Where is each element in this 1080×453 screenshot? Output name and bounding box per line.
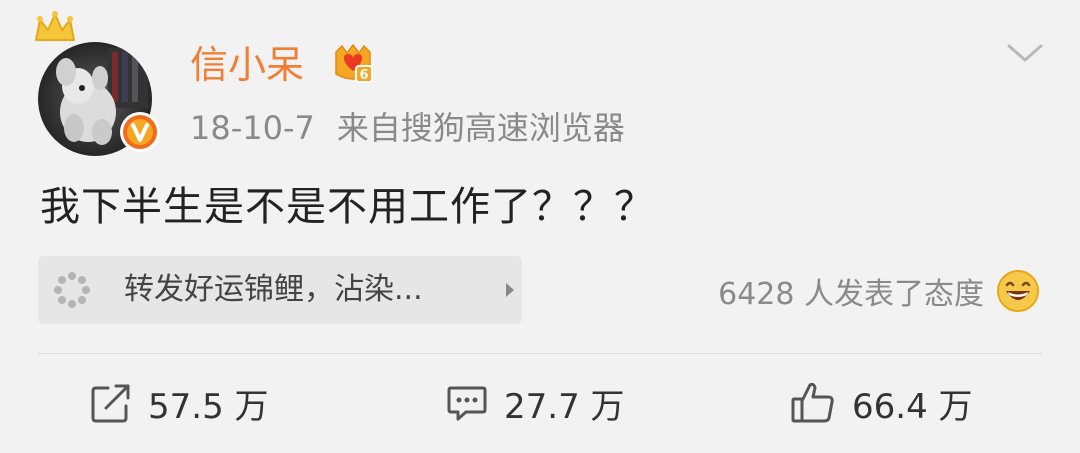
like-count: 66.4 万 (852, 386, 973, 427)
comment-count: 27.7 万 (504, 386, 625, 427)
repost-card-text: 转发好运锦鲤，沾染... (124, 272, 423, 307)
share-icon (91, 384, 130, 423)
repost-card[interactable]: 转发好运锦鲤，沾染... (38, 256, 522, 324)
post-text: 我下半生是不是不用工作了？？？ (40, 184, 655, 230)
repost-count: 57.5 万 (148, 386, 269, 427)
laughing-emoji-icon (997, 270, 1039, 312)
flower-icon (54, 272, 90, 308)
member-level-icon[interactable]: 6 (330, 44, 376, 84)
chevron-down-icon[interactable] (1005, 40, 1045, 66)
verified-icon (120, 112, 160, 152)
post-source: 来自搜狗高速浏览器 (336, 109, 625, 147)
post-date: 18-10-7 (190, 109, 315, 147)
divider (38, 353, 1042, 354)
reactions-summary[interactable]: 6428 人发表了态度 (718, 266, 1040, 316)
comment-button[interactable]: 27.7 万 (446, 378, 625, 428)
thumbs-up-icon (791, 382, 834, 423)
post-meta: 18-10-7 来自搜狗高速浏览器 (190, 106, 625, 150)
username[interactable]: 信小呆 (190, 40, 304, 90)
repost-button[interactable]: 57.5 万 (90, 378, 269, 428)
reactions-text: 6428 人发表了态度 (718, 277, 984, 312)
crown-icon (35, 11, 75, 41)
like-button[interactable]: 66.4 万 (790, 378, 973, 428)
svg-text:6: 6 (359, 68, 368, 83)
comment-icon (447, 386, 487, 421)
play-arrow-icon (506, 283, 514, 297)
avatar-area[interactable] (30, 10, 170, 156)
